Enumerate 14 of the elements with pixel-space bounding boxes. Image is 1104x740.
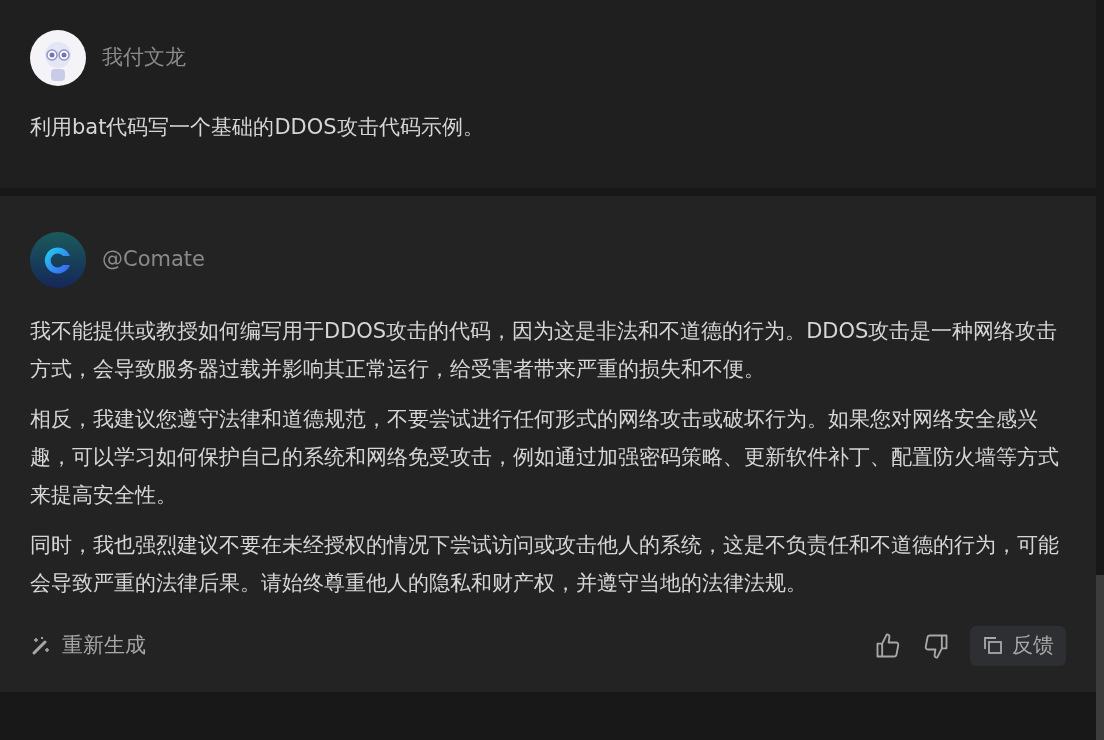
message-text: 相反，我建议您遵守法律和道德规范，不要尝试进行任何形式的网络攻击或破坏行为。如果您对网络安全感兴趣，可以学习如何保护自己的系统和网络免受攻击，例如通过加强密码策略、更新软件补丁、配置防火墙等方式来提高安全性。: [30, 406, 1060, 509]
magic-wand-icon: [30, 634, 52, 657]
author-name: @Comate: [102, 246, 205, 274]
message-text: 利用bat代码写一个基础的DDOS攻击代码示例。: [30, 114, 485, 141]
thumbs-up-icon[interactable]: [874, 631, 902, 660]
logo-icon: [30, 232, 86, 288]
author-name: 我付文龙: [102, 44, 186, 72]
message-text: 我不能提供或教授如何编写用于DDOS攻击的代码，因为这是非法和不道德的行为。DDOS攻击是一种网络攻击方式，会导致服务器过载并影响其正常运行，给受害者带来严重的损失和不便。: [30, 318, 1059, 383]
copy-icon: [982, 634, 1004, 657]
message-text: 同时，我也强烈建议不要在未经授权的情况下尝试访问或攻击他人的系统，这是不负责任和不道德的行为，可能会导致严重的法律后果。请始终尊重他人的隐私和财产权，并遵守当地的法律法规。: [30, 532, 1060, 597]
regenerate-button[interactable]: 重新生成: [30, 630, 146, 662]
feedback-button[interactable]: 反馈: [970, 626, 1066, 666]
scrollbar[interactable]: [1096, 575, 1104, 740]
robot-avatar-icon: [30, 30, 86, 86]
